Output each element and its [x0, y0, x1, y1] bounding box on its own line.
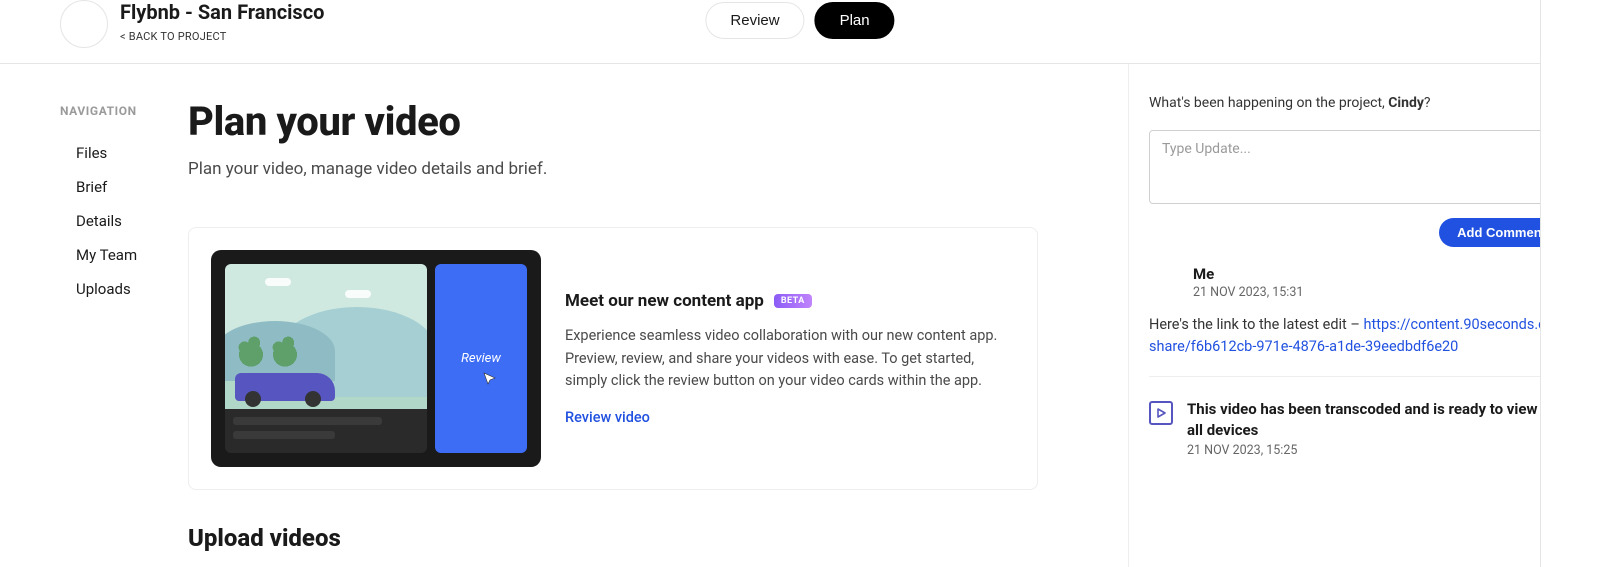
back-to-project-link[interactable]: < BACK TO PROJECT	[120, 30, 324, 43]
sidebar: NAVIGATION Files Brief Details My Team U…	[0, 64, 188, 567]
promo-thumbnail: Review	[211, 250, 541, 467]
sidebar-item-myteam[interactable]: My Team	[60, 238, 188, 272]
page-title: Plan your video	[188, 98, 1098, 145]
promo-scene-illustration	[225, 264, 427, 409]
activity-prompt-suffix: ?	[1424, 95, 1431, 111]
page-subtitle: Plan your video, manage video details an…	[188, 159, 1098, 179]
sidebar-item-details[interactable]: Details	[60, 204, 188, 238]
beta-badge: BETA	[774, 294, 812, 308]
header-tabs: Review Plan	[705, 2, 894, 39]
promo-title: Meet our new content app	[565, 291, 764, 311]
feed-item: Me 21 NOV 2023, 15:31 Here's the link to…	[1149, 247, 1564, 377]
nav-heading: NAVIGATION	[60, 104, 188, 118]
sidebar-item-brief[interactable]: Brief	[60, 170, 188, 204]
activity-panel: What's been happening on the project, Ci…	[1128, 64, 1600, 567]
promo-text: Meet our new content app BETA Experience…	[565, 291, 1015, 425]
activity-header: What's been happening on the project, Ci…	[1149, 94, 1564, 112]
sidebar-item-uploads[interactable]: Uploads	[60, 272, 188, 306]
project-title: Flybnb - San Francisco	[120, 0, 324, 24]
activity-prompt: What's been happening on the project, Ci…	[1149, 95, 1431, 111]
feed-body: Here's the link to the latest edit – htt…	[1149, 314, 1564, 358]
right-gutter	[1540, 0, 1600, 567]
feed-item: This video has been transcoded and is re…	[1149, 377, 1564, 458]
promo-thumb-review-panel: Review	[435, 264, 527, 453]
project-avatar	[60, 0, 108, 48]
feed-time: 21 NOV 2023, 15:31	[1193, 285, 1564, 300]
feed-time: 21 NOV 2023, 15:25	[1187, 443, 1564, 458]
feed-system-title: This video has been transcoded and is re…	[1187, 399, 1564, 441]
cursor-icon	[483, 372, 497, 386]
sidebar-item-files[interactable]: Files	[60, 136, 188, 170]
promo-thumb-video	[225, 264, 427, 453]
promo-thumb-review-label: Review	[461, 351, 501, 366]
update-input[interactable]	[1149, 130, 1564, 204]
tab-plan[interactable]: Plan	[815, 2, 895, 39]
promo-card: Review Meet our new content app BETA Exp…	[188, 227, 1038, 490]
upload-videos-heading: Upload videos	[188, 524, 1098, 552]
header-bar: Flybnb - San Francisco < BACK TO PROJECT…	[0, 0, 1600, 64]
play-icon	[1149, 401, 1173, 425]
activity-prompt-prefix: What's been happening on the project,	[1149, 95, 1388, 111]
body-wrap: NAVIGATION Files Brief Details My Team U…	[0, 64, 1600, 567]
activity-prompt-name: Cindy	[1388, 95, 1424, 111]
tab-review[interactable]: Review	[705, 2, 804, 39]
review-video-link[interactable]: Review video	[565, 409, 650, 426]
feed-text-prefix: Here's the link to the latest edit –	[1149, 316, 1363, 333]
main-content: Plan your video Plan your video, manage …	[188, 64, 1128, 567]
feed-author: Me	[1193, 265, 1564, 283]
promo-description: Experience seamless video collaboration …	[565, 325, 1005, 392]
header-left: Flybnb - San Francisco < BACK TO PROJECT	[60, 0, 324, 48]
